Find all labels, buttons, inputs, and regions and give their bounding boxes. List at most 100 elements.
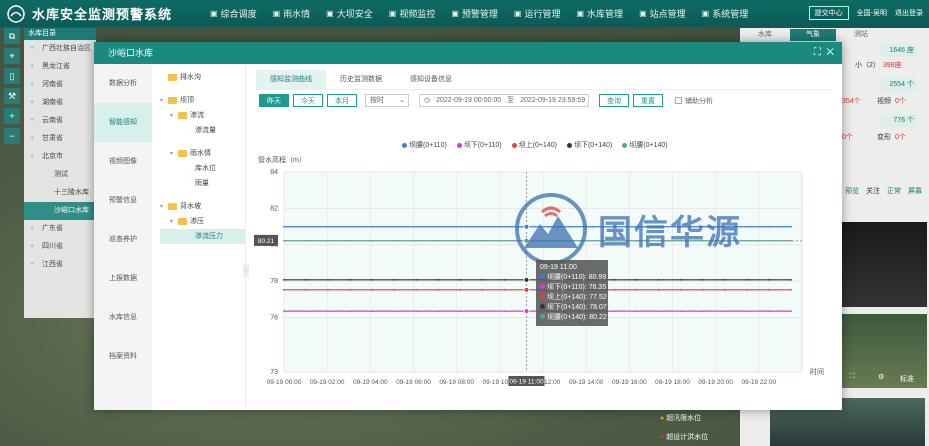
- tab-weather[interactable]: 气象: [789, 29, 836, 41]
- region-item[interactable]: + 云南省: [24, 112, 96, 130]
- zoom-out-icon[interactable]: −: [4, 128, 20, 144]
- data-point: [679, 310, 682, 312]
- message-center-button[interactable]: 提交中心: [808, 6, 849, 20]
- region-item[interactable]: + 四川省: [24, 238, 96, 256]
- expand-icon[interactable]: +: [30, 130, 34, 148]
- expand-icon[interactable]: +: [30, 238, 34, 256]
- tree-node[interactable]: ▾ 渗流: [160, 108, 245, 123]
- data-point: [745, 278, 748, 281]
- hover-point: [523, 286, 530, 293]
- region-item[interactable]: 十三陵水库: [24, 184, 96, 202]
- caret-icon[interactable]: ▾: [160, 200, 168, 215]
- tree-node[interactable]: · 渗流压力: [160, 229, 245, 244]
- end-date[interactable]: 2022-09-19 23:59:59: [520, 95, 585, 106]
- nav-item-0[interactable]: ▣ 综合调度: [202, 7, 265, 20]
- phone-icon[interactable]: ▯: [4, 68, 20, 84]
- layer-icon[interactable]: ⧉: [4, 28, 20, 44]
- camera-feed-1[interactable]: [842, 222, 927, 307]
- user-name[interactable]: 全国-吴明: [857, 8, 887, 18]
- modal-menu-item[interactable]: 档案资料: [94, 337, 152, 376]
- modal-menu-item[interactable]: 上报数据: [94, 259, 152, 298]
- tree-node[interactable]: ▾ 背水坡: [160, 199, 245, 214]
- nav-item-4[interactable]: ▣ 预警管理: [443, 7, 506, 20]
- reset-button[interactable]: 重置: [633, 94, 663, 107]
- region-item[interactable]: + 北京市: [24, 148, 96, 166]
- expand-icon[interactable]: +: [30, 148, 34, 166]
- content-tab[interactable]: 历史监测数据: [326, 70, 396, 89]
- region-item[interactable]: 测试: [24, 166, 96, 184]
- follow-link[interactable]: 关注: [866, 186, 880, 196]
- tree-node[interactable]: ▾ 坝顶: [160, 93, 245, 108]
- data-point: [393, 288, 396, 291]
- expand-icon[interactable]: +: [30, 76, 34, 94]
- region-item[interactable]: + 广西壮族自治区: [24, 40, 96, 58]
- region-item[interactable]: + 江西省: [24, 256, 96, 274]
- tab-station[interactable]: 测站: [838, 29, 884, 41]
- tree-node[interactable]: · 库水位: [160, 161, 245, 176]
- nav-item-1[interactable]: ▣ 雨水情: [265, 7, 319, 20]
- nav-item-5[interactable]: ▣ 运行管理: [506, 7, 569, 20]
- today-button[interactable]: 今天: [293, 94, 323, 107]
- modal-menu-item[interactable]: 巡查养护: [94, 220, 152, 259]
- nav-item-2[interactable]: ▣ 大坝安全: [318, 7, 381, 20]
- data-point: [437, 310, 440, 312]
- nav-item-7[interactable]: ▣ 站点管理: [631, 7, 694, 20]
- pin-icon[interactable]: ⌖: [4, 48, 20, 64]
- expand-icon[interactable]: +: [30, 112, 34, 130]
- expand-icon[interactable]: +: [30, 220, 34, 238]
- modal-menu-item[interactable]: 预警信息: [94, 181, 152, 220]
- caret-icon[interactable]: ▾: [170, 215, 178, 230]
- assist-analysis-checkbox[interactable]: 辅助分析: [675, 96, 713, 106]
- close-icon[interactable]: ✕: [826, 47, 834, 58]
- modal-menu-item[interactable]: 数据分析: [94, 64, 152, 103]
- zoom-in-icon[interactable]: +: [4, 108, 20, 124]
- logout-link[interactable]: 退出登录: [895, 8, 923, 18]
- expand-icon[interactable]: +: [30, 58, 34, 76]
- tree-node[interactable]: ▾ 渗压: [160, 214, 245, 229]
- expand-icon[interactable]: +: [30, 256, 34, 274]
- screen-link[interactable]: 屏幕: [908, 186, 922, 196]
- date-range-picker[interactable]: ◷ 2022-09-19 00:00:00 至 2022-09-19 23:59…: [419, 94, 589, 107]
- modal-menu-item[interactable]: 智能感知: [94, 103, 152, 142]
- caret-icon[interactable]: ▾: [170, 147, 178, 162]
- region-item[interactable]: + 湖南省: [24, 94, 96, 112]
- tree-node[interactable]: 排水沟: [160, 70, 245, 85]
- fullscreen-icon[interactable]: ⛶: [850, 373, 855, 381]
- caret-icon[interactable]: ▾: [170, 109, 178, 124]
- normal-link[interactable]: 正常: [887, 186, 901, 196]
- query-button[interactable]: 查询: [599, 94, 629, 107]
- yesterday-button[interactable]: 昨天: [259, 94, 289, 107]
- preview-link[interactable]: 预览: [845, 186, 859, 196]
- settings-icon[interactable]: ⚙: [878, 373, 884, 381]
- region-item[interactable]: + 黑龙江省: [24, 58, 96, 76]
- nav-item-label: 水库管理: [587, 9, 624, 19]
- region-item[interactable]: + 广东省: [24, 220, 96, 238]
- nav-item-label: 视频监控: [399, 9, 436, 19]
- region-item[interactable]: 沙峪口水库: [24, 202, 96, 220]
- region-item[interactable]: + 河南省: [24, 76, 96, 94]
- nav-item-3[interactable]: ▣ 视频监控: [381, 7, 444, 20]
- caret-icon[interactable]: ▾: [160, 94, 168, 109]
- expand-icon[interactable]: +: [30, 40, 34, 58]
- data-point: [613, 278, 616, 281]
- granularity-select[interactable]: 按时 ⌄: [365, 94, 409, 107]
- month-button[interactable]: 本月: [327, 94, 357, 107]
- region-item-label: 江西省: [42, 261, 63, 268]
- data-point: [503, 278, 506, 281]
- expand-icon[interactable]: +: [30, 94, 34, 112]
- region-item[interactable]: + 甘肃省: [24, 130, 96, 148]
- tree-node[interactable]: · 渗流量: [160, 123, 245, 138]
- tab-reservoir[interactable]: 水库: [742, 29, 788, 41]
- tools-icon[interactable]: ⚒: [4, 88, 20, 104]
- camera-quality-label[interactable]: 标准: [900, 374, 914, 384]
- nav-item-6[interactable]: ▣ 水库管理: [568, 7, 631, 20]
- modal-menu-item[interactable]: 水库信息: [94, 298, 152, 337]
- maximize-icon[interactable]: ⛶: [814, 47, 821, 58]
- tree-node[interactable]: ▾ 雨水情: [160, 146, 245, 161]
- tree-node[interactable]: · 雨量: [160, 176, 245, 191]
- nav-item-8[interactable]: ▣ 系统管理: [694, 7, 757, 20]
- content-tab[interactable]: 感知设备信息: [396, 70, 466, 89]
- content-tab[interactable]: 感知监测曲线: [256, 70, 326, 89]
- modal-menu-item[interactable]: 视频图像: [94, 142, 152, 181]
- start-date[interactable]: 2022-09-19 00:00:00: [436, 95, 501, 106]
